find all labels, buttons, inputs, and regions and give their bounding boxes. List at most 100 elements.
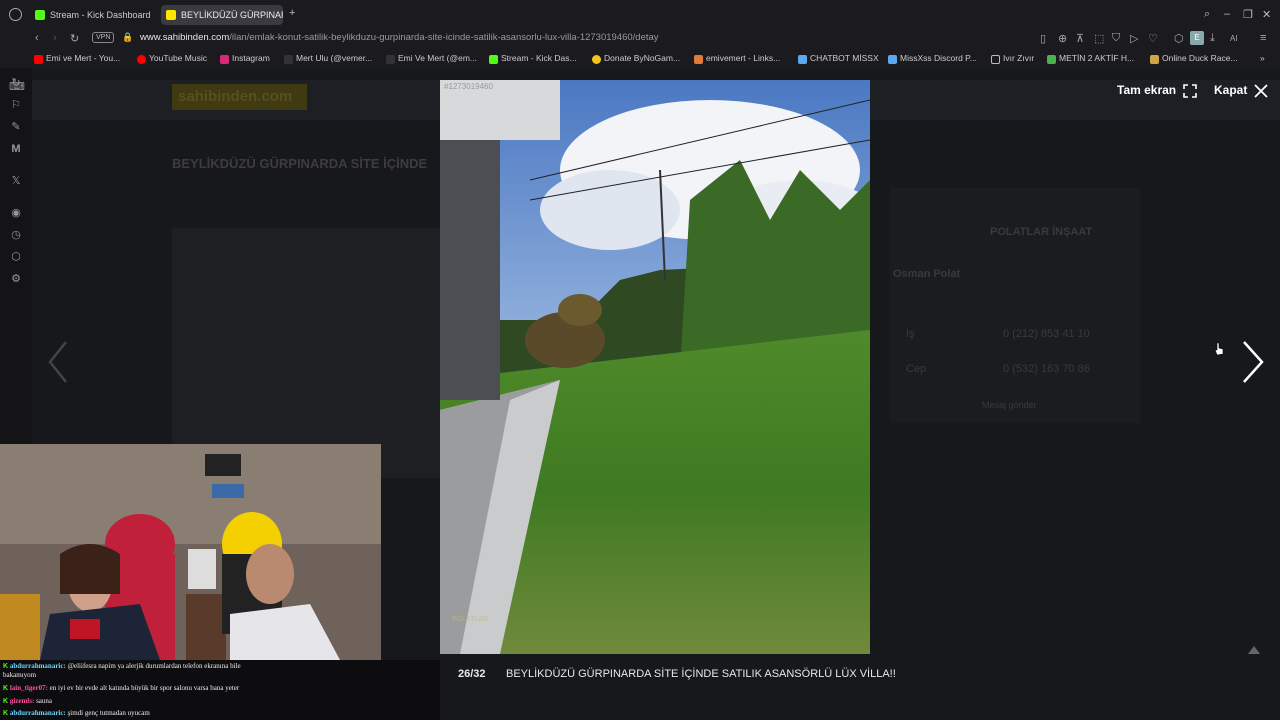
chat-username: lain_tiger07:	[9, 684, 48, 692]
m-icon[interactable]: M	[9, 142, 23, 156]
address-bar-row: ‹ › ↻ VPN 🔒 www.sahibinden.com/ilan/emla…	[0, 28, 1280, 50]
bookmark-label: MissXss Discord P...	[900, 53, 977, 63]
kick-icon	[489, 55, 498, 64]
kick-icon	[35, 10, 45, 20]
chat-username: abdurrahmanaric:	[9, 662, 66, 670]
bookmark-item[interactable]: Mert Ulu (@vemer...	[284, 53, 372, 64]
settings-icon[interactable]: ⚙	[9, 272, 23, 286]
profile-avatar[interactable]: E	[1190, 31, 1204, 45]
webcam-overlay	[0, 444, 381, 660]
extension-icon[interactable]: ⬡	[9, 250, 23, 264]
listing-id: #1273019460	[444, 82, 493, 91]
company-name: POLATLAR İNŞAAT	[990, 226, 1093, 238]
fullscreen-icon	[1183, 84, 1198, 98]
bookmark-label: Emi ve Mert - You...	[46, 53, 121, 63]
chat-text: sauna	[36, 697, 53, 705]
heart-icon[interactable]: ♡	[1148, 32, 1158, 45]
bookmark-label: YouTube Music	[149, 53, 207, 63]
phone-work-label: İş	[906, 328, 915, 340]
play-icon[interactable]: ▷	[1130, 32, 1138, 45]
minimize-icon[interactable]: –	[1224, 8, 1230, 20]
browser-menu-icon[interactable]	[9, 8, 22, 21]
zoom-icon[interactable]: ⊕	[1058, 32, 1067, 45]
tab-label: BEYLİKDÜZÜ GÜRPINARDA	[181, 10, 283, 20]
x-icon	[386, 55, 395, 64]
x-icon[interactable]: 𝕏	[9, 174, 23, 188]
snapshot-icon[interactable]: ⬚	[1094, 32, 1104, 45]
bookmark-item[interactable]: METİN 2 AKTİF H...	[1047, 53, 1134, 64]
download-icon[interactable]: ⤓	[1210, 32, 1215, 45]
ai-button[interactable]: AI	[1230, 34, 1238, 43]
bookmark-label: Ivır Zıvır	[1003, 53, 1035, 63]
extensions-icon[interactable]: ⬡	[1174, 32, 1184, 45]
metin2-icon	[1047, 55, 1056, 64]
shield-icon[interactable]: ⛉	[1112, 32, 1120, 45]
lock-icon[interactable]: 🔒	[122, 32, 133, 43]
pin-icon[interactable]: ⊼	[1076, 32, 1084, 45]
gallery-photo[interactable]: #1273019460 POLATLAR	[440, 80, 870, 654]
phone-cell-label: Cep	[906, 363, 927, 375]
bookmark-item[interactable]: Donate ByNoGam...	[592, 53, 681, 64]
bookmark-label: CHATBOT MİSSX	[810, 53, 879, 63]
reload-icon[interactable]: ↻	[70, 32, 79, 45]
url-path: /ilan/emlak-konut-satilik-beylikduzu-gur…	[229, 32, 659, 43]
bookmark-item[interactable]: MissXss Discord P...	[888, 53, 977, 64]
seller-panel: POLATLAR İNŞAAT Osman Polat İş 0 (212) 8…	[890, 188, 1140, 423]
back-icon[interactable]: ‹	[35, 32, 39, 44]
menu-icon[interactable]: ≡	[1260, 32, 1266, 44]
bookmark-item[interactable]: Online Duck Race...	[1150, 53, 1238, 64]
kick-badge-icon: K	[3, 663, 9, 670]
photo-watermark: POLATLAR	[452, 616, 489, 623]
bookmark-folder[interactable]: Ivır Zıvır	[991, 53, 1035, 64]
forward-icon[interactable]: ›	[53, 32, 57, 44]
history-icon[interactable]: ◷	[9, 228, 23, 242]
bookmark-item[interactable]: Emi Ve Mert (@em...	[386, 53, 478, 64]
chat-message-cont: bakamıyom	[3, 671, 37, 679]
close-window-icon[interactable]: ✕	[1262, 8, 1271, 21]
tab-sahibinden[interactable]: BEYLİKDÜZÜ GÜRPINARDA	[161, 5, 283, 25]
bookmark-item[interactable]: Emi ve Mert - You...	[34, 53, 121, 64]
previous-photo-icon[interactable]	[44, 340, 74, 384]
next-photo-icon[interactable]	[1236, 340, 1266, 384]
record-icon[interactable]: ◉	[9, 206, 23, 220]
bookmark-item[interactable]: YouTube Music	[137, 53, 207, 64]
refresh-icon[interactable]: ↻	[9, 76, 23, 90]
tiktok-icon	[284, 55, 293, 64]
chat-message: K gizemls: sauna	[3, 697, 52, 705]
url-host: www.sahibinden.com	[140, 32, 230, 43]
chat-message: K abdurrahmanaric: şimdi genç tutmadan u…	[3, 709, 150, 717]
photo-counter: 26/32	[458, 668, 486, 680]
phone-cell: 0 (532) 163 70 86	[1003, 363, 1090, 375]
stream-chat: K abdurrahmanaric: @eliifesra napim ya a…	[0, 660, 440, 720]
scroll-top-icon[interactable]	[1244, 642, 1264, 658]
bookmark-label: Emi Ve Mert (@em...	[398, 53, 478, 63]
more-bookmarks-icon[interactable]: »	[1260, 53, 1265, 63]
duck-race-icon	[1150, 55, 1159, 64]
listing-title: BEYLİKDÜZÜ GÜRPINARDA SİTE İÇİNDE	[172, 156, 428, 171]
bookmark-label: Online Duck Race...	[1162, 53, 1238, 63]
message-button: Mesaj gönder	[982, 400, 1037, 410]
close-button[interactable]: Kapat	[1214, 83, 1268, 98]
gamepad-icon[interactable]	[9, 53, 23, 67]
bookmark-item[interactable]: Instagram	[220, 53, 270, 64]
bookmark-label: Donate ByNoGam...	[604, 53, 681, 63]
close-icon	[1254, 84, 1268, 98]
bookmark-item[interactable]: Stream - Kick Das...	[489, 53, 577, 64]
pen-icon[interactable]: ✎	[9, 120, 23, 134]
chat-text: en iyi ev bir evde alt katında büyük bir…	[49, 684, 240, 692]
url-field[interactable]: www.sahibinden.com/ilan/emlak-konut-sati…	[140, 32, 659, 43]
bag-icon[interactable]: ⚐	[9, 98, 23, 112]
bookmarks-bar: Emi ve Mert - You... YouTube Music Insta…	[0, 50, 1280, 68]
new-tab-icon[interactable]: +	[289, 7, 295, 19]
bookmark-item[interactable]: CHATBOT MİSSX	[798, 53, 879, 64]
search-tabs-icon[interactable]: ⌕	[1204, 8, 1210, 21]
maximize-icon[interactable]: ❐	[1243, 8, 1253, 21]
fullscreen-button[interactable]: Tam ekran	[1117, 83, 1198, 98]
instagram-icon	[220, 55, 229, 64]
youtube-music-icon	[137, 55, 146, 64]
split-view-icon[interactable]: ▯	[1040, 32, 1046, 45]
site-logo: sahibinden.com	[172, 84, 307, 110]
vpn-badge[interactable]: VPN	[92, 32, 115, 43]
bookmark-item[interactable]: emivemert - Links...	[694, 53, 780, 64]
tab-kick-dashboard[interactable]: Stream - Kick Dashboard	[30, 5, 158, 25]
